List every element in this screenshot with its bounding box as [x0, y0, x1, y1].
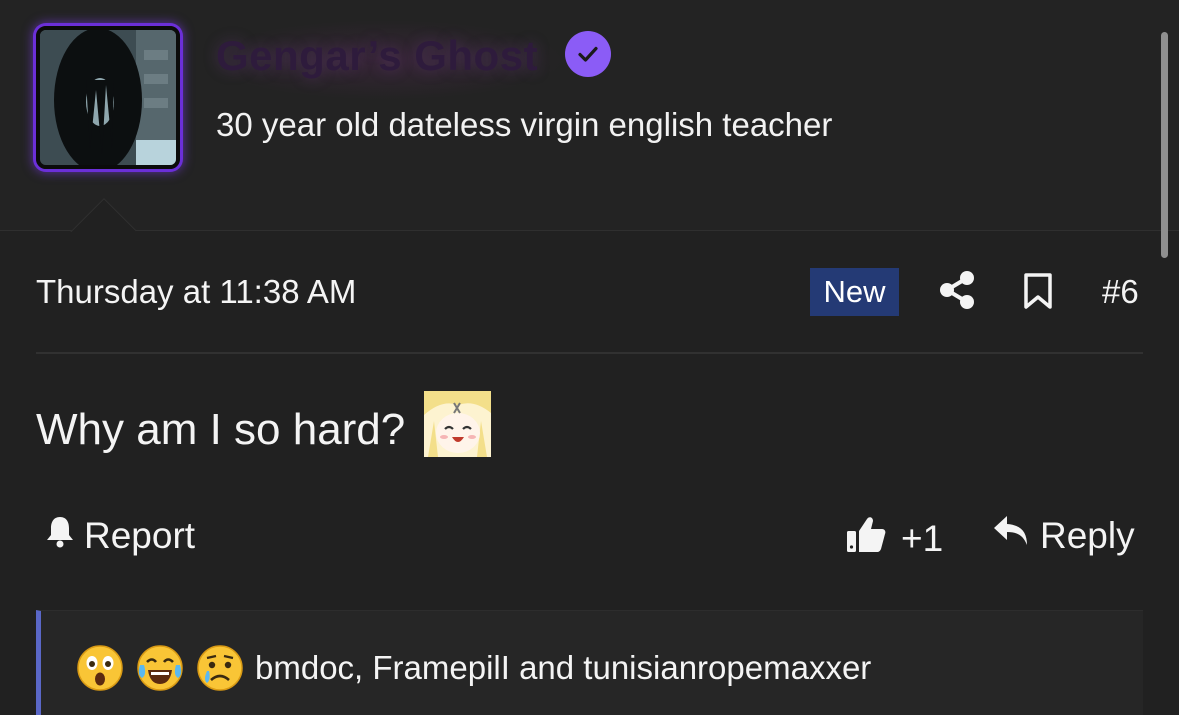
user-header: Gengar’s Ghost 30 year old dateless virg…: [0, 0, 1179, 231]
bell-icon: [44, 514, 76, 557]
reply-arrow-icon: [992, 514, 1030, 557]
sad-relieved-face-icon: [197, 645, 243, 691]
report-button[interactable]: Report: [44, 514, 195, 557]
thumbs-up-icon: [845, 514, 887, 563]
tears-of-joy-icon: [137, 645, 183, 691]
post-date[interactable]: Thursday at 11:38 AM: [36, 273, 356, 311]
scrollbar[interactable]: [1161, 32, 1168, 258]
reply-button[interactable]: Reply: [992, 514, 1135, 557]
reply-label: Reply: [1040, 514, 1135, 556]
post-number-link[interactable]: #6: [1102, 273, 1139, 311]
share-icon[interactable]: [938, 270, 976, 310]
post-body: Why am I so hard?: [36, 405, 406, 454]
bookmark-icon[interactable]: [1022, 272, 1054, 310]
report-label: Report: [84, 514, 196, 556]
divider: [36, 352, 1143, 354]
reaction-users[interactable]: bmdoc, FramepilI and tunisianropemaxxer: [255, 649, 871, 687]
verified-badge-icon: [565, 31, 611, 77]
user-title: 30 year old dateless virgin english teac…: [216, 106, 833, 143]
astonished-face-icon: [77, 645, 123, 691]
anime-laughing-emoji-icon: [424, 391, 491, 457]
avatar[interactable]: [36, 26, 180, 169]
forum-post: Gengar’s Ghost 30 year old dateless virg…: [0, 0, 1179, 715]
like-button[interactable]: +1: [845, 514, 943, 563]
reactions-bar[interactable]: bmdoc, FramepilI and tunisianropemaxxer: [36, 610, 1143, 715]
new-badge: New: [810, 268, 899, 316]
username[interactable]: Gengar’s Ghost: [216, 32, 538, 80]
like-count: +1: [901, 517, 944, 559]
reaction-emojis: [77, 645, 243, 691]
speech-arrow: [70, 198, 136, 232]
